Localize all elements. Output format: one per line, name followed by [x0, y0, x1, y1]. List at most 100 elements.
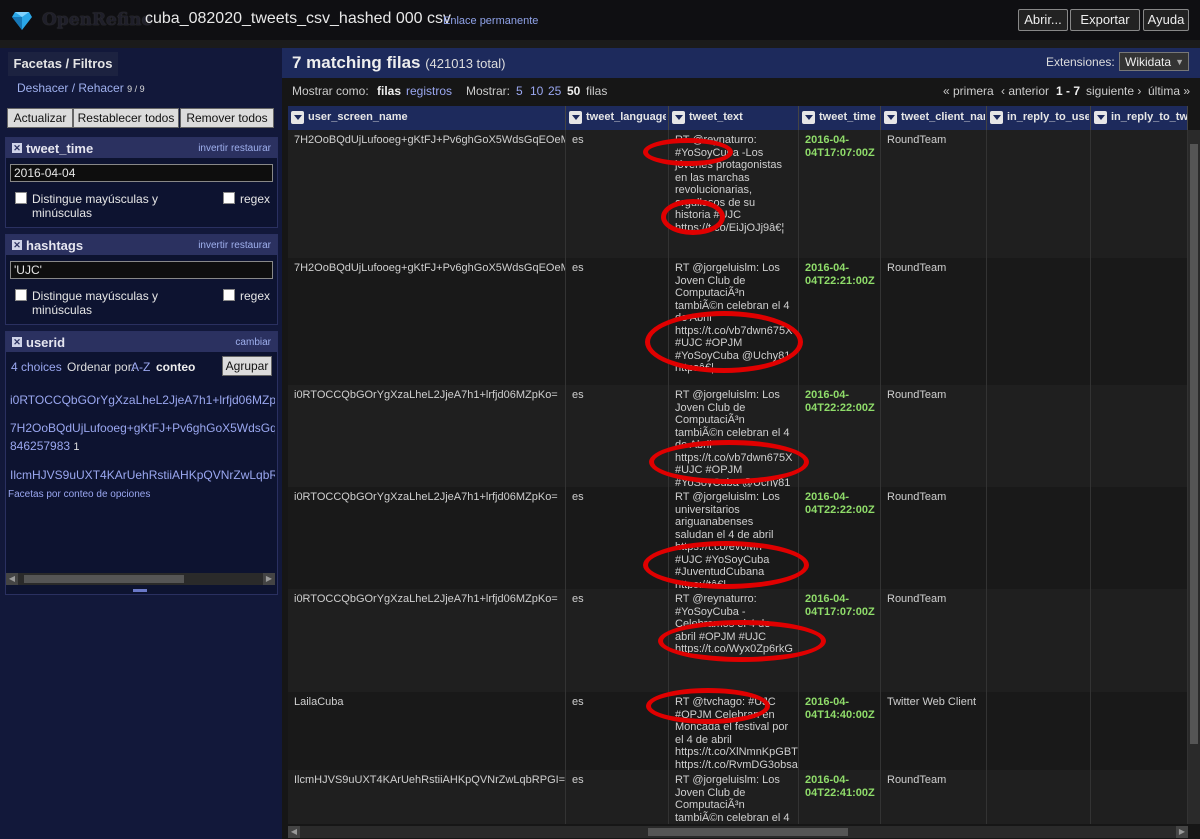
pager-first-link[interactable]: « primera — [943, 84, 994, 98]
sort-az-link[interactable]: A-Z — [131, 360, 150, 374]
cell-in-reply-to-userid[interactable] — [987, 692, 1091, 770]
userid-choice[interactable]: IlcmHJVS9uUXT4KArUehRstiiAHKpQVNrZwLqbRP… — [10, 468, 275, 482]
cell-user-screen-name[interactable]: i0RTOCCQbGOrYgXzaLheL2JjeA7h1+lrfjd06MZp… — [288, 589, 566, 692]
column-menu-icon[interactable] — [1094, 111, 1107, 124]
column-header-tweet-time[interactable]: tweet_time — [799, 106, 881, 130]
table-horizontal-scrollbar[interactable]: ◀ ▶ — [288, 826, 1188, 838]
cell-in-reply-to-tweetid[interactable] — [1091, 770, 1188, 824]
cell-tweet-client-name[interactable]: RoundTeam — [881, 385, 987, 487]
column-header-tweet-text[interactable]: tweet_text — [669, 106, 799, 130]
cell-tweet-time[interactable]: 2016-04-04T22:21:00Z — [799, 258, 881, 385]
scroll-left-icon[interactable]: ◀ — [288, 826, 300, 838]
project-title[interactable]: cuba_082020_tweets_csv_hashed 000 csv — [145, 10, 451, 28]
scroll-thumb[interactable] — [1190, 144, 1198, 744]
resize-handle[interactable] — [133, 589, 147, 592]
column-menu-icon[interactable] — [990, 111, 1003, 124]
undo-redo-link[interactable]: Deshacer / Rehacer 9 / 9 — [17, 81, 145, 95]
rows-mode-link[interactable]: filas — [377, 84, 401, 98]
page-size-10[interactable]: 10 — [530, 84, 543, 98]
refresh-button[interactable]: Actualizar — [7, 108, 73, 128]
cell-in-reply-to-userid[interactable] — [987, 770, 1091, 824]
export-button[interactable]: Exportar — [1070, 9, 1140, 31]
close-icon[interactable]: ✕ — [12, 240, 22, 250]
column-menu-icon[interactable] — [291, 111, 304, 124]
cell-tweet-client-name[interactable]: RoundTeam — [881, 589, 987, 692]
sort-count-link[interactable]: conteo — [156, 360, 195, 374]
facet-horizontal-scrollbar[interactable]: ◀ ▶ — [6, 573, 275, 585]
remove-all-button[interactable]: Remover todos — [180, 108, 274, 128]
page-size-5[interactable]: 5 — [516, 84, 523, 98]
cell-tweet-time[interactable]: 2016-04-04T17:07:00Z — [799, 130, 881, 258]
permalink-link[interactable]: Enlace permanente — [443, 15, 538, 27]
cell-tweet-language[interactable]: es — [566, 770, 669, 824]
pager-next-link[interactable]: siguiente › — [1086, 84, 1141, 98]
hashtags-filter-input[interactable]: 'UJC' — [10, 261, 273, 279]
help-button[interactable]: Ayuda — [1143, 9, 1189, 31]
userid-choice-label[interactable]: 846257983 — [10, 439, 70, 453]
cell-tweet-time[interactable]: 2016-04-04T22:22:00Z — [799, 487, 881, 589]
cell-user-screen-name[interactable]: i0RTOCCQbGOrYgXzaLheL2JjeA7h1+lrfjd06MZp… — [288, 385, 566, 487]
column-header-tweet-language[interactable]: tweet_language — [566, 106, 669, 130]
column-header-in-reply-to-userid[interactable]: in_reply_to_userid — [987, 106, 1091, 130]
regex-checkbox[interactable] — [223, 289, 235, 301]
undo-redo-label[interactable]: Deshacer / Rehacer — [17, 81, 124, 95]
extensions-dropdown[interactable]: Wikidata ▼ — [1119, 52, 1189, 71]
cell-user-screen-name[interactable]: LailaCuba — [288, 692, 566, 770]
cell-tweet-time[interactable]: 2016-04-04T14:40:00Z — [799, 692, 881, 770]
cell-user-screen-name[interactable]: IlcmHJVS9uUXT4KArUehRstiiAHKpQVNrZwLqbRP… — [288, 770, 566, 824]
cell-user-screen-name[interactable]: 7H2OoBQdUjLufooeg+gKtFJ+Pv6ghGoX5WdsGqEO… — [288, 258, 566, 385]
records-mode-link[interactable]: registros — [406, 84, 452, 98]
cell-in-reply-to-tweetid[interactable] — [1091, 487, 1188, 589]
userid-choice[interactable]: 846257983 1 — [10, 439, 275, 453]
group-button[interactable]: Agrupar — [222, 356, 272, 376]
reset-all-button[interactable]: Restablecer todos — [73, 108, 179, 128]
facet-by-count-link[interactable]: Facetas por conteo de opciones — [8, 489, 150, 500]
tab-facets-filters[interactable]: Facetas / Filtros — [8, 52, 118, 76]
cell-in-reply-to-userid[interactable] — [987, 589, 1091, 692]
column-menu-icon[interactable] — [672, 111, 685, 124]
cell-tweet-client-name[interactable]: Twitter Web Client — [881, 692, 987, 770]
column-menu-icon[interactable] — [569, 111, 582, 124]
choices-count[interactable]: 4 choices — [11, 360, 62, 374]
cell-in-reply-to-tweetid[interactable] — [1091, 385, 1188, 487]
facet-title[interactable]: userid — [26, 335, 65, 350]
cell-in-reply-to-tweetid[interactable] — [1091, 589, 1188, 692]
column-header-in-reply-to-tweetid[interactable]: in_reply_to_tweetid — [1091, 106, 1188, 130]
cell-tweet-client-name[interactable]: RoundTeam — [881, 770, 987, 824]
cell-in-reply-to-userid[interactable] — [987, 130, 1091, 258]
case-sensitive-checkbox[interactable] — [15, 289, 27, 301]
userid-choice[interactable]: i0RTOCCQbGOrYgXzaLheL2JjeA7h1+lrfjd06MZp… — [10, 393, 275, 407]
diamond-logo-icon[interactable] — [12, 12, 32, 30]
invert-reset-links[interactable]: invertir restaurar — [198, 240, 271, 251]
cell-in-reply-to-userid[interactable] — [987, 258, 1091, 385]
extensions-value[interactable]: Wikidata — [1125, 55, 1171, 69]
cell-tweet-language[interactable]: es — [566, 589, 669, 692]
userid-choice[interactable]: 7H2OoBQdUjLufooeg+gKtFJ+Pv6ghGoX5WdsGqEO… — [10, 421, 275, 435]
column-menu-icon[interactable] — [884, 111, 897, 124]
cell-tweet-client-name[interactable]: RoundTeam — [881, 487, 987, 589]
column-header-tweet-client-name[interactable]: tweet_client_name — [881, 106, 987, 130]
page-size-25[interactable]: 25 — [548, 84, 561, 98]
scroll-thumb[interactable] — [648, 828, 848, 836]
table-vertical-scrollbar[interactable] — [1188, 130, 1200, 824]
cell-in-reply-to-tweetid[interactable] — [1091, 692, 1188, 770]
cell-tweet-client-name[interactable]: RoundTeam — [881, 258, 987, 385]
cell-tweet-time[interactable]: 2016-04-04T22:41:00Z — [799, 770, 881, 824]
change-link[interactable]: cambiar — [235, 337, 271, 348]
page-size-50[interactable]: 50 — [567, 84, 580, 98]
close-icon[interactable]: ✕ — [12, 337, 22, 347]
cell-user-screen-name[interactable]: i0RTOCCQbGOrYgXzaLheL2JjeA7h1+lrfjd06MZp… — [288, 487, 566, 589]
close-icon[interactable]: ✕ — [12, 143, 22, 153]
open-button[interactable]: Abrir... — [1018, 9, 1068, 31]
column-menu-icon[interactable] — [802, 111, 815, 124]
case-sensitive-checkbox[interactable] — [15, 192, 27, 204]
scroll-right-icon[interactable]: ▶ — [263, 573, 275, 585]
cell-tweet-client-name[interactable]: RoundTeam — [881, 130, 987, 258]
facet-title[interactable]: hashtags — [26, 238, 83, 253]
pager-last-link[interactable]: última » — [1148, 84, 1190, 98]
cell-tweet-language[interactable]: es — [566, 258, 669, 385]
cell-tweet-time[interactable]: 2016-04-04T22:22:00Z — [799, 385, 881, 487]
invert-reset-links[interactable]: invertir restaurar — [198, 143, 271, 154]
column-header-user-screen-name[interactable]: user_screen_name — [288, 106, 566, 130]
regex-checkbox[interactable] — [223, 192, 235, 204]
